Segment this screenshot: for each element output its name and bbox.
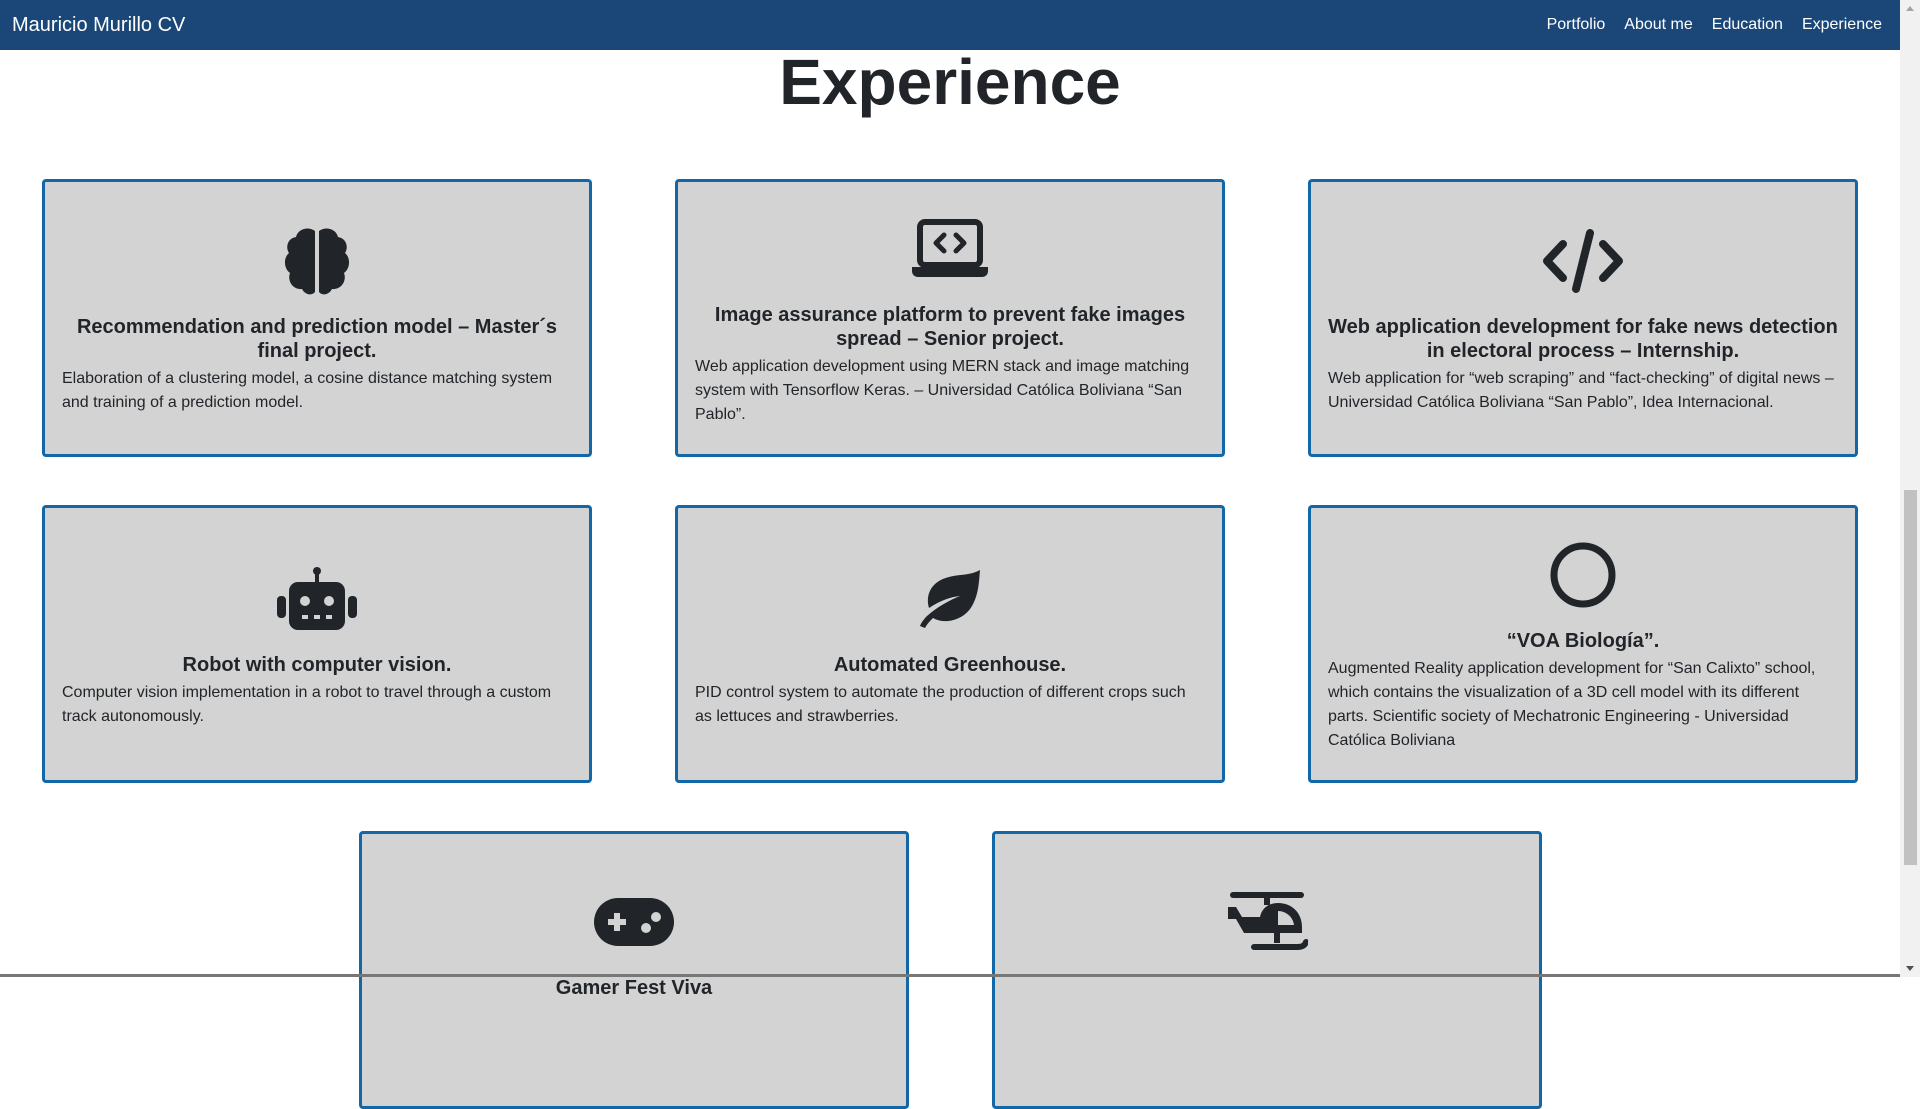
card-text: Elaboration of a clustering model, a cos… <box>62 370 553 411</box>
card-text: Web application development using MERN s… <box>695 358 1190 423</box>
card-text: Augmented Reality application developmen… <box>1328 660 1816 749</box>
gamepad-icon <box>379 882 889 962</box>
vertical-scrollbar[interactable] <box>1900 0 1920 977</box>
nav-link-about-me[interactable]: About me <box>1624 16 1692 34</box>
top-navbar: Mauricio Murillo CV Portfolio About me E… <box>0 0 1900 50</box>
scroll-up-arrow-icon[interactable] <box>1906 6 1914 11</box>
section-title: Experience <box>779 46 1121 118</box>
scroll-down-arrow-icon[interactable] <box>1906 966 1914 971</box>
experience-card: “VOA Biología”. Augmented Reality applic… <box>1308 505 1858 783</box>
navbar-brand[interactable]: Mauricio Murillo CV <box>12 14 185 37</box>
nav-links: Portfolio About me Education Experience <box>1547 16 1882 34</box>
code-icon <box>1328 221 1838 301</box>
experience-card: Web application development for fake new… <box>1308 179 1858 457</box>
helicopter-icon <box>1012 882 1522 962</box>
experience-card: Image assurance platform to prevent fake… <box>675 179 1225 457</box>
experience-card <box>992 831 1542 1109</box>
card-title: “VOA Biología”. <box>1506 630 1660 652</box>
experience-card: Robot with computer vision. Computer vis… <box>42 505 592 783</box>
experience-card: Gamer Fest Viva <box>359 831 909 1109</box>
card-title: Automated Greenhouse. <box>833 654 1067 676</box>
leaf-icon <box>695 559 1205 639</box>
card-text: Computer vision implementation in a robo… <box>62 684 552 725</box>
circle-icon <box>1328 535 1838 615</box>
card-text: Web application for “web scraping” and “… <box>1328 370 1834 411</box>
card-title: Recommendation and prediction model – Ma… <box>76 316 558 362</box>
laptop-code-icon <box>695 209 1205 289</box>
card-title: Gamer Fest Viva <box>555 977 713 999</box>
nav-link-experience[interactable]: Experience <box>1802 16 1882 34</box>
robot-icon <box>62 559 572 639</box>
card-title: Robot with computer vision. <box>182 654 452 676</box>
scrollbar-thumb[interactable] <box>1904 490 1917 865</box>
card-text: PID control system to automate the produ… <box>695 684 1186 725</box>
brain-icon <box>62 221 572 301</box>
experience-card: Recommendation and prediction model – Ma… <box>42 179 592 457</box>
experience-card: Automated Greenhouse. PID control system… <box>675 505 1225 783</box>
nav-link-education[interactable]: Education <box>1712 16 1783 34</box>
nav-link-portfolio[interactable]: Portfolio <box>1547 16 1606 34</box>
card-title: Image assurance platform to prevent fake… <box>714 304 1186 350</box>
card-title: Web application development for fake new… <box>1328 316 1838 362</box>
